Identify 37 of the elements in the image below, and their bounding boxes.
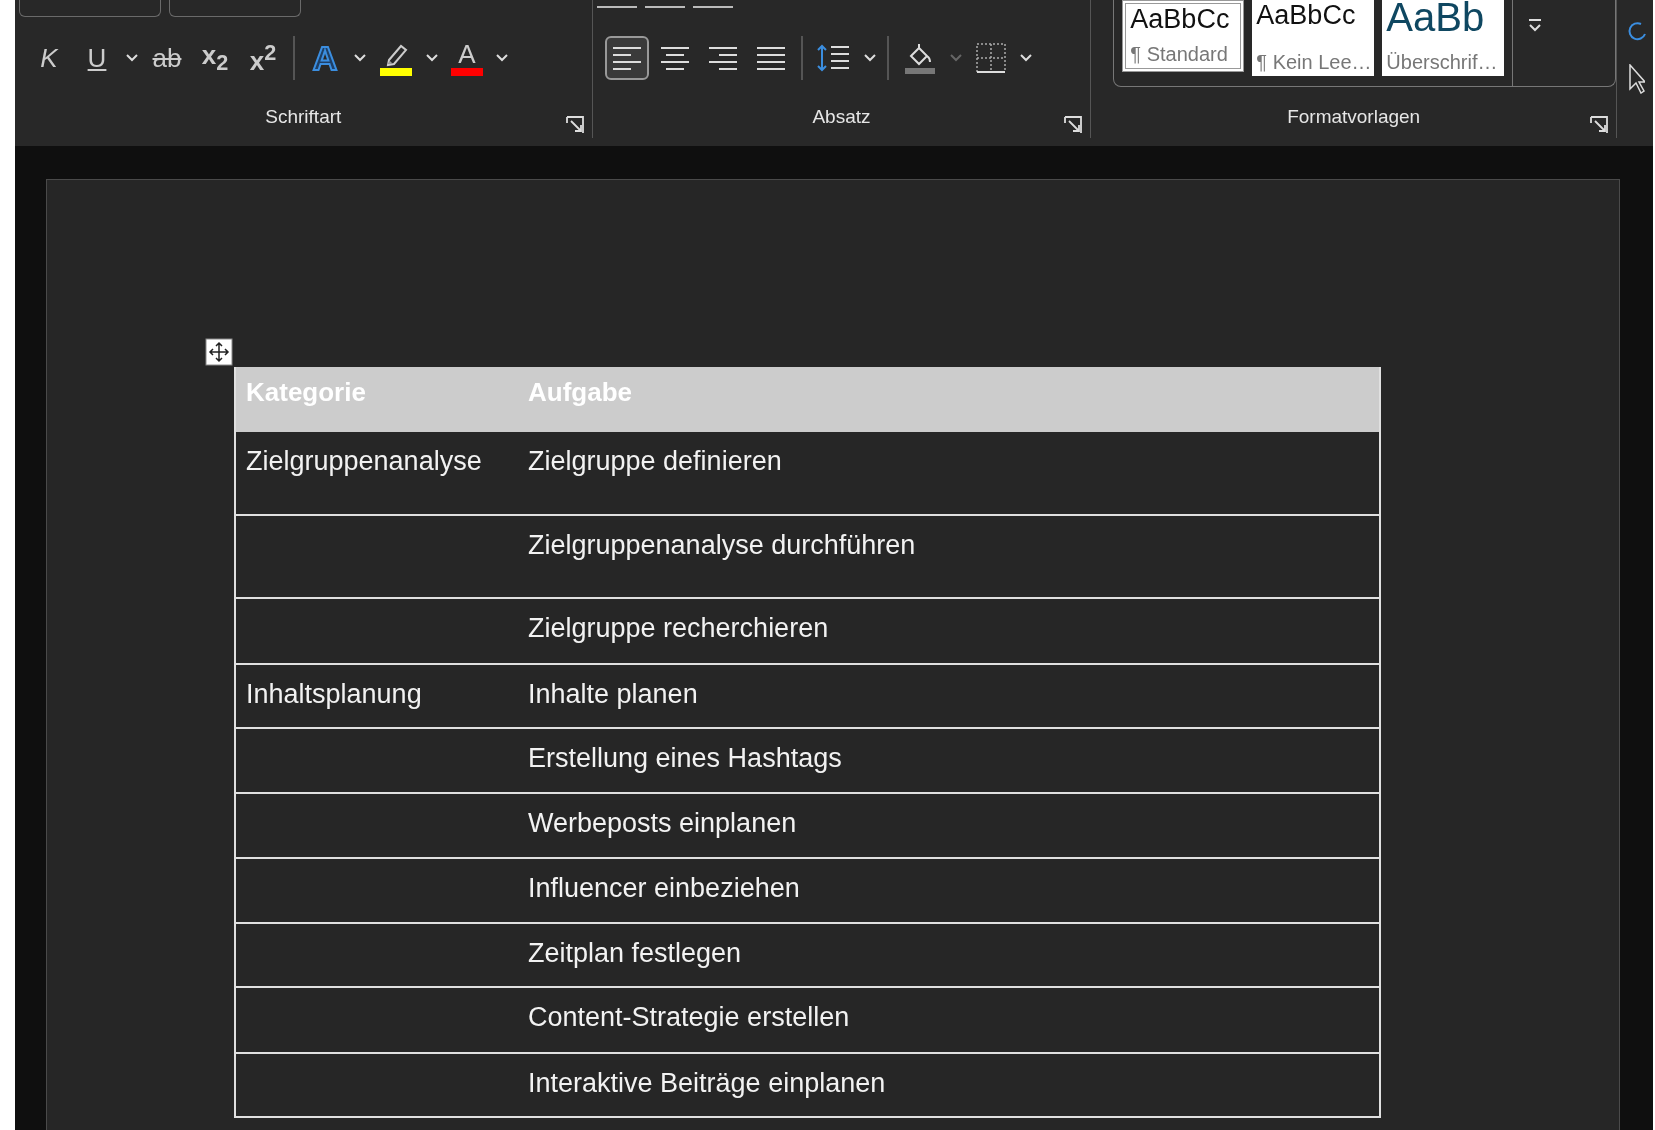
- align-justify-icon: [756, 45, 785, 71]
- table-cell-text: Zielgruppe recherchieren: [527, 612, 830, 645]
- align-left-button[interactable]: [604, 36, 649, 80]
- font-color-button[interactable]: A: [445, 36, 489, 80]
- table-cell-text: Erstellung eines Hashtags: [527, 742, 843, 775]
- table-cell-text: Influencer einbeziehen: [527, 872, 801, 905]
- strikethrough-button[interactable]: ab: [145, 36, 189, 80]
- font-size-field[interactable]: [169, 0, 301, 17]
- underline-button[interactable]: U: [75, 36, 119, 80]
- group-label: Absatz: [811, 106, 872, 128]
- move-handle-icon[interactable]: [205, 338, 233, 366]
- dialog-launcher-icon[interactable]: [1590, 116, 1608, 134]
- group-label: Schriftart: [264, 106, 343, 128]
- align-left-icon: [612, 45, 641, 71]
- italic-button[interactable]: K: [27, 36, 71, 80]
- table-cell-text: Zielgruppenanalyse durchführen: [527, 529, 917, 562]
- align-right-icon: [708, 45, 737, 71]
- table-cell-text: Zielgruppe definieren: [527, 445, 783, 478]
- style-option[interactable]: AaBb Überschrif…: [1382, 0, 1505, 76]
- cursor-icon[interactable]: [1629, 64, 1645, 94]
- font-name-field[interactable]: [19, 0, 161, 17]
- expand-icon: [1526, 18, 1543, 32]
- group-label: Formatvorlagen: [1286, 106, 1422, 128]
- dialog-launcher-icon[interactable]: [565, 116, 584, 134]
- subscript-button[interactable]: x$_{2}$: [193, 36, 237, 80]
- align-center-icon: [660, 45, 689, 71]
- dialog-launcher-icon[interactable]: [1064, 116, 1083, 134]
- table-cell-text: Zielgruppenanalyse: [245, 445, 483, 478]
- table-cell-text: Inhaltsplanung: [245, 678, 423, 711]
- table-cell-text: Inhalte planen: [527, 678, 699, 711]
- style-option[interactable]: AaBbCc ¶ Standard: [1122, 0, 1245, 72]
- table-cell-text: Werbeposts einplanen: [527, 807, 798, 840]
- table-cell-text: Content-Strategie erstellen: [527, 1001, 851, 1034]
- table-cell-text: Zeitplan festlegen: [527, 937, 743, 970]
- style-option[interactable]: AaBbCc ¶ Kein Lee…: [1252, 0, 1375, 76]
- table-cell-text: Interaktive Beiträge einplanen: [527, 1067, 887, 1100]
- superscript-button[interactable]: x$^{2}$: [241, 36, 285, 80]
